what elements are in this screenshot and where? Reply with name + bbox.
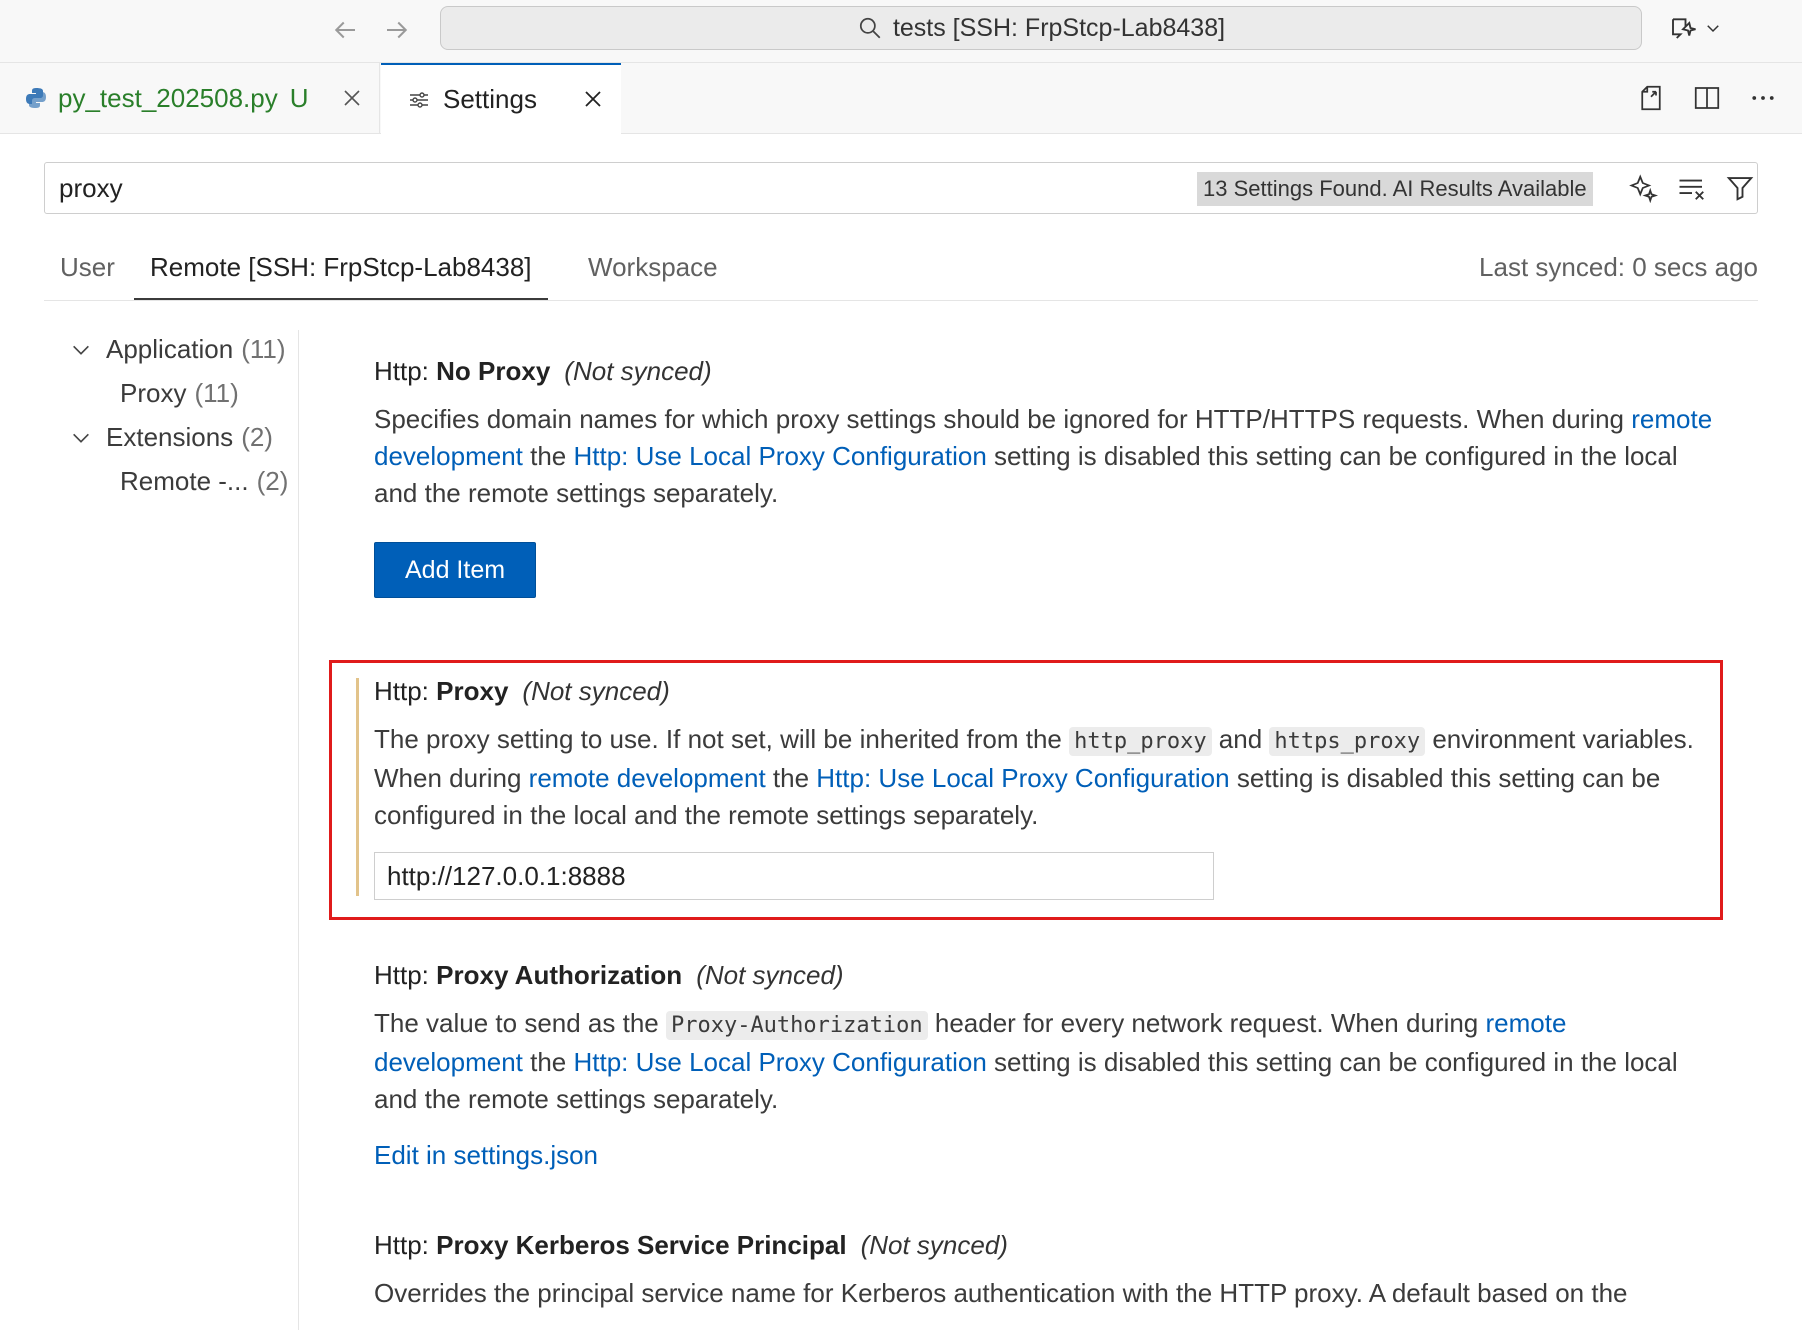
python-file-icon xyxy=(24,86,48,110)
setting-description: Overrides the principal service name for… xyxy=(374,1278,1628,1308)
use-local-proxy-config-link[interactable]: Http: Use Local Proxy Configuration xyxy=(573,441,986,471)
proxy-url-input[interactable]: http://127.0.0.1:8888 xyxy=(374,852,1214,900)
setting-title: Http: Proxy Kerberos Service Principal (N… xyxy=(374,1230,1008,1260)
chevron-down-icon xyxy=(73,345,89,355)
search-actions xyxy=(1629,173,1755,203)
toc-label: Proxy xyxy=(120,378,187,408)
ai-sparkle-icon[interactable] xyxy=(1629,173,1659,203)
remote-development-link[interactable]: remote development xyxy=(529,763,766,793)
toc-label: Extensions xyxy=(106,422,234,452)
settings-scope-tabs: User Remote [SSH: FrpStcp-Lab8438] Works… xyxy=(44,248,1758,301)
code-http-proxy: http_proxy xyxy=(1069,727,1212,756)
chevron-down-icon xyxy=(1704,19,1722,37)
command-center[interactable]: tests [SSH: FrpStcp-Lab8438] xyxy=(440,6,1642,50)
tab-label: py_test_202508.py xyxy=(58,82,278,113)
tab-settings[interactable]: Settings xyxy=(381,63,621,134)
code-proxy-authorization: Proxy-Authorization xyxy=(665,1011,928,1040)
sync-status: (Not synced) xyxy=(522,676,670,706)
tab-label: Settings xyxy=(443,84,537,114)
toc-item-remote[interactable]: Remote -... (2) xyxy=(120,466,288,497)
tab-user[interactable]: User xyxy=(60,252,115,298)
toc-item-extensions[interactable]: Extensions (2) xyxy=(70,422,273,453)
split-editor-icon[interactable] xyxy=(1692,83,1722,113)
tab-remote[interactable]: Remote [SSH: FrpStcp-Lab8438] xyxy=(134,252,548,300)
open-settings-json-icon[interactable] xyxy=(1636,83,1666,113)
command-center-label: tests [SSH: FrpStcp-Lab8438] xyxy=(892,13,1226,42)
toc-item-proxy[interactable]: Proxy (11) xyxy=(120,378,239,409)
use-local-proxy-config-link[interactable]: Http: Use Local Proxy Configuration xyxy=(573,1047,986,1077)
setting-description: The value to send as the Proxy-Authoriza… xyxy=(374,1008,1678,1114)
setting-http-proxy-kerberos: Http: Proxy Kerberos Service Principal (N… xyxy=(374,1230,1714,1312)
search-icon xyxy=(857,15,883,41)
settings-sliders-icon xyxy=(407,88,431,112)
search-result-count: 13 Settings Found. AI Results Available xyxy=(1197,172,1593,206)
copilot-sparkle-icon xyxy=(1668,13,1698,43)
more-actions-icon[interactable] xyxy=(1748,83,1778,113)
close-icon[interactable] xyxy=(340,86,364,110)
editor-actions xyxy=(1636,83,1778,113)
setting-title: Http: Proxy Authorization (Not synced) xyxy=(374,960,844,990)
close-icon[interactable] xyxy=(581,87,605,111)
sync-status: (Not synced) xyxy=(860,1230,1008,1260)
add-item-button[interactable]: Add Item xyxy=(374,542,537,598)
toc-count: (2) xyxy=(256,466,289,496)
sync-status: (Not synced) xyxy=(564,356,712,386)
title-bar: tests [SSH: FrpStcp-Lab8438] xyxy=(0,0,1802,63)
filter-icon[interactable] xyxy=(1725,173,1755,203)
setting-http-no-proxy: Http: No Proxy (Not synced) Specifies dom… xyxy=(374,356,1714,598)
search-value: proxy xyxy=(59,173,123,203)
toc-count: (2) xyxy=(241,422,273,452)
chevron-down-icon xyxy=(73,433,89,443)
copilot-menu[interactable] xyxy=(1668,12,1728,44)
setting-title: Http: Proxy (Not synced) xyxy=(374,676,670,706)
settings-search-input[interactable]: proxy 13 Settings Found. AI Results Avai… xyxy=(44,162,1758,214)
forward-arrow-icon[interactable] xyxy=(382,15,412,45)
toc-count: (11) xyxy=(241,334,286,364)
setting-title: Http: No Proxy (Not synced) xyxy=(374,356,712,386)
toc-label: Remote -... xyxy=(120,466,249,496)
use-local-proxy-config-link[interactable]: Http: Use Local Proxy Configuration xyxy=(816,763,1229,793)
toc-item-application[interactable]: Application (11) xyxy=(70,334,286,365)
setting-http-proxy-authorization: Http: Proxy Authorization (Not synced) Th… xyxy=(374,960,1714,1171)
setting-http-proxy: Http: Proxy (Not synced) The proxy settin… xyxy=(374,676,1714,900)
last-synced-status: Last synced: 0 secs ago xyxy=(1479,252,1758,282)
editor-tab-bar: py_test_202508.py U Settings xyxy=(0,63,1802,134)
tab-py-test[interactable]: py_test_202508.py U xyxy=(0,63,380,133)
setting-description: Specifies domain names for which proxy s… xyxy=(374,404,1713,508)
toc-count: (11) xyxy=(194,378,239,408)
sync-status: (Not synced) xyxy=(696,960,844,990)
back-arrow-icon[interactable] xyxy=(330,15,360,45)
modified-indicator xyxy=(356,678,359,896)
code-https-proxy: https_proxy xyxy=(1269,727,1426,756)
toc-divider xyxy=(298,330,299,1330)
clear-filter-icon[interactable] xyxy=(1677,173,1707,203)
edit-in-settings-json-link[interactable]: Edit in settings.json xyxy=(374,1140,1714,1171)
untracked-badge: U xyxy=(289,82,309,113)
tab-workspace[interactable]: Workspace xyxy=(588,252,718,298)
setting-description: The proxy setting to use. If not set, wi… xyxy=(374,724,1694,830)
toc-label: Application xyxy=(106,334,234,364)
